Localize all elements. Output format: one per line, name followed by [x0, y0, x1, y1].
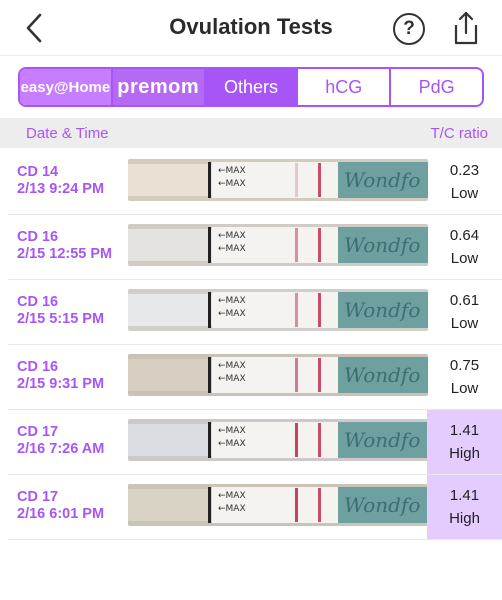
svg-text:←MAX: ←MAX [218, 374, 246, 384]
help-button[interactable]: ? [393, 13, 425, 45]
header-bar: Ovulation Tests ? [0, 0, 502, 56]
test-row[interactable]: CD 16 2/15 9:31 PM ←MAX ←MAX Wondfo 0.75 Low [8, 345, 502, 410]
test-row[interactable]: CD 16 2/15 5:15 PM ←MAX ←MAX Wondfo 0.61 Low [8, 280, 502, 345]
svg-text:←MAX: ←MAX [218, 231, 246, 241]
tab-others[interactable]: Others [205, 69, 299, 105]
svg-text:←MAX: ←MAX [218, 179, 246, 189]
tc-ratio-value: 1.41 [449, 422, 480, 439]
cycle-day: CD 16 [17, 294, 59, 310]
test-datetime: 2/16 6:01 PM [17, 506, 105, 522]
cycle-day: CD 16 [17, 359, 59, 375]
page-title: Ovulation Tests [169, 14, 333, 39]
svg-text:Wondfo: Wondfo [344, 493, 420, 517]
tc-ratio-level: Low [450, 250, 479, 267]
test-strip-image[interactable]: ←MAX ←MAX Wondfo [128, 484, 428, 526]
test-date: CD 16 2/15 9:31 PM [17, 359, 104, 393]
tc-ratio-header: T/C ratio [430, 125, 488, 142]
svg-text:←MAX: ←MAX [218, 166, 246, 176]
svg-text:Wondfo: Wondfo [344, 428, 420, 452]
svg-text:Wondfo: Wondfo [344, 168, 420, 192]
svg-text:Wondfo: Wondfo [344, 298, 420, 322]
test-date: CD 16 2/15 5:15 PM [17, 294, 104, 328]
tc-ratio-cell: 0.23 Low [427, 150, 502, 214]
test-strip-image[interactable]: ←MAX ←MAX Wondfo [128, 354, 428, 396]
tc-ratio-value: 1.41 [449, 487, 480, 504]
test-strip-image[interactable]: ←MAX ←MAX Wondfo [128, 224, 428, 266]
strip-graphic: ←MAX ←MAX Wondfo [128, 484, 428, 526]
svg-text:←MAX: ←MAX [218, 439, 246, 449]
share-icon [454, 11, 478, 45]
test-strip-image[interactable]: ←MAX ←MAX Wondfo [128, 419, 428, 461]
cycle-day: CD 17 [17, 489, 59, 505]
strip-graphic: ←MAX ←MAX Wondfo [128, 354, 428, 396]
test-date: CD 16 2/15 12:55 PM [17, 229, 112, 263]
tc-ratio-value: 0.61 [449, 292, 480, 309]
test-datetime: 2/16 7:26 AM [17, 441, 105, 457]
tc-ratio-level: High [449, 510, 480, 527]
test-row[interactable]: CD 14 2/13 9:24 PM ←MAX ←MAX Wondfo 0.23 Low [8, 150, 502, 215]
tc-ratio-level: Low [450, 380, 479, 397]
tab-premom[interactable]: premom [112, 69, 206, 105]
test-row[interactable]: CD 17 2/16 7:26 AM ←MAX ←MAX Wondfo 1.41 High [8, 410, 502, 475]
test-datetime: 2/15 9:31 PM [17, 376, 105, 392]
test-datetime: 2/15 12:55 PM [17, 246, 113, 262]
column-header: Date & Time T/C ratio [0, 118, 502, 148]
strip-graphic: ←MAX ←MAX Wondfo [128, 224, 428, 266]
date-time-header: Date & Time [26, 125, 109, 142]
tc-ratio-value: 0.64 [449, 227, 480, 244]
test-strip-image[interactable]: ←MAX ←MAX Wondfo [128, 289, 428, 331]
svg-text:←MAX: ←MAX [218, 244, 246, 254]
svg-text:←MAX: ←MAX [218, 309, 246, 319]
tc-ratio-cell: 0.64 Low [427, 215, 502, 279]
tc-ratio-cell: 0.75 Low [427, 345, 502, 409]
test-strip-image[interactable]: ←MAX ←MAX Wondfo [128, 159, 428, 201]
question-icon: ? [403, 18, 415, 39]
cycle-day: CD 14 [17, 164, 59, 180]
test-list: CD 14 2/13 9:24 PM ←MAX ←MAX Wondfo 0.23 Low CD… [0, 150, 502, 540]
tab-hcg[interactable]: hCG [298, 69, 392, 105]
svg-text:←MAX: ←MAX [218, 426, 246, 436]
svg-text:Wondfo: Wondfo [344, 233, 420, 257]
test-date: CD 14 2/13 9:24 PM [17, 164, 104, 198]
strip-graphic: ←MAX ←MAX Wondfo [128, 159, 428, 201]
tc-ratio-cell: 0.61 Low [427, 280, 502, 344]
tc-ratio-level: High [449, 445, 480, 462]
cycle-day: CD 16 [17, 229, 59, 245]
cycle-day: CD 17 [17, 424, 59, 440]
strip-graphic: ←MAX ←MAX Wondfo [128, 419, 428, 461]
test-row[interactable]: CD 17 2/16 6:01 PM ←MAX ←MAX Wondfo 1.41 High [8, 475, 502, 540]
svg-text:←MAX: ←MAX [218, 491, 246, 501]
tab-pdg[interactable]: PdG [391, 69, 482, 105]
tc-ratio-value: 0.75 [449, 357, 480, 374]
svg-text:←MAX: ←MAX [218, 504, 246, 514]
tab-easy-home[interactable]: easy@Home [20, 69, 113, 105]
brand-tabs: easy@Home premom Others hCG PdG [18, 67, 484, 107]
strip-graphic: ←MAX ←MAX Wondfo [128, 289, 428, 331]
svg-text:←MAX: ←MAX [218, 296, 246, 306]
tc-ratio-cell: 1.41 High [427, 475, 502, 539]
tc-ratio-level: Low [450, 185, 479, 202]
test-datetime: 2/13 9:24 PM [17, 181, 105, 197]
test-row[interactable]: CD 16 2/15 12:55 PM ←MAX ←MAX Wondfo 0.64 Low [8, 215, 502, 280]
test-date: CD 17 2/16 7:26 AM [17, 424, 104, 458]
tc-ratio-cell: 1.41 High [427, 410, 502, 474]
svg-text:Wondfo: Wondfo [344, 363, 420, 387]
tc-ratio-value: 0.23 [449, 162, 480, 179]
svg-text:←MAX: ←MAX [218, 361, 246, 371]
share-button[interactable] [448, 9, 484, 47]
tc-ratio-level: Low [450, 315, 479, 332]
test-datetime: 2/15 5:15 PM [17, 311, 105, 327]
test-date: CD 17 2/16 6:01 PM [17, 489, 104, 523]
